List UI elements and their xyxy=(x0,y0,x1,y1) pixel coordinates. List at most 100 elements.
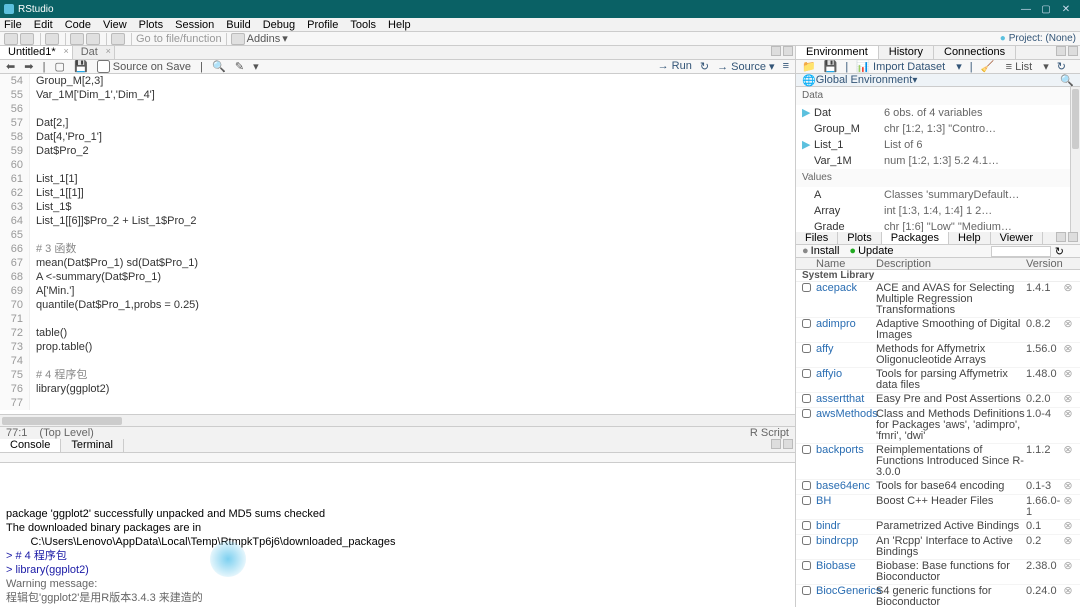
menu-file[interactable]: File xyxy=(4,19,22,31)
remove-package-icon[interactable]: ⊗ xyxy=(1062,409,1074,420)
pkg-tab-viewer[interactable]: Viewer xyxy=(991,232,1043,244)
code-line[interactable]: 62List_1[[1]] xyxy=(0,186,795,200)
remove-package-icon[interactable]: ⊗ xyxy=(1062,344,1074,355)
remove-package-icon[interactable]: ⊗ xyxy=(1062,394,1074,405)
package-row[interactable]: base64encTools for base64 encoding0.1-3⊗ xyxy=(796,480,1080,495)
console-tab-console[interactable]: Console xyxy=(0,439,61,452)
editor-tab[interactable]: Dat× xyxy=(73,46,115,59)
remove-package-icon[interactable]: ⊗ xyxy=(1062,536,1074,547)
code-line[interactable]: 72table() xyxy=(0,326,795,340)
env-view-mode[interactable]: ≡ List ▾ xyxy=(1006,60,1049,73)
env-scope-selector[interactable]: 🌐 Global Environment ▾ 🔍 xyxy=(796,74,1080,87)
code-line[interactable]: 61List_1[1] xyxy=(0,172,795,186)
package-row[interactable]: BiobaseBiobase: Base functions for Bioco… xyxy=(796,560,1080,585)
addins-icon[interactable] xyxy=(231,33,245,45)
pkg-tab-help[interactable]: Help xyxy=(949,232,991,244)
compile-icon[interactable]: ✎ xyxy=(235,61,244,73)
menu-profile[interactable]: Profile xyxy=(307,19,338,31)
minimize-pane-icon[interactable] xyxy=(771,439,781,449)
maximize-button[interactable]: ▢ xyxy=(1036,4,1056,15)
pkg-tab-packages[interactable]: Packages xyxy=(882,232,949,244)
maximize-pane-icon[interactable] xyxy=(783,46,793,56)
env-variable[interactable]: Group_Mchr [1:2, 1:3] "Contro… xyxy=(796,121,1080,137)
new-project-icon[interactable] xyxy=(20,33,34,45)
save-icon[interactable] xyxy=(70,33,84,45)
env-variable[interactable]: ▶Dat6 obs. of 4 variables xyxy=(796,105,1080,121)
refresh-icon[interactable]: ↻ xyxy=(1055,245,1064,258)
menu-edit[interactable]: Edit xyxy=(34,19,53,31)
remove-package-icon[interactable]: ⊗ xyxy=(1062,496,1074,507)
code-line[interactable]: 69A['Min.'] xyxy=(0,284,795,298)
menu-code[interactable]: Code xyxy=(65,19,91,31)
print-icon[interactable] xyxy=(111,33,125,45)
package-row[interactable]: acepackACE and AVAS for Selecting Multip… xyxy=(796,282,1080,318)
package-row[interactable]: bindrcppAn 'Rcpp' Interface to Active Bi… xyxy=(796,535,1080,560)
code-line[interactable]: 76library(ggplot2) xyxy=(0,382,795,396)
pkg-tab-files[interactable]: Files xyxy=(796,232,838,244)
outline-icon[interactable]: ≡ xyxy=(783,60,789,73)
package-checkbox[interactable] xyxy=(802,369,811,378)
code-line[interactable]: 57Dat[2,] xyxy=(0,116,795,130)
package-row[interactable]: backportsReimplementations of Functions … xyxy=(796,444,1080,480)
code-line[interactable]: 71 xyxy=(0,312,795,326)
code-line[interactable]: 58Dat[4,'Pro_1'] xyxy=(0,130,795,144)
code-line[interactable]: 59Dat$Pro_2 xyxy=(0,144,795,158)
forward-icon[interactable]: ➡ xyxy=(24,61,33,73)
env-variable[interactable]: Var_1Mnum [1:2, 1:3] 5.2 4.1… xyxy=(796,153,1080,169)
remove-package-icon[interactable]: ⊗ xyxy=(1062,369,1074,380)
show-in-new-window-icon[interactable]: ▢ xyxy=(54,61,64,73)
code-line[interactable]: 67mean(Dat$Pro_1) sd(Dat$Pro_1) xyxy=(0,256,795,270)
env-variable[interactable]: ▶List_1List of 6 xyxy=(796,137,1080,153)
close-tab-icon[interactable]: × xyxy=(106,46,111,56)
source-on-save-checkbox[interactable] xyxy=(97,60,110,73)
project-menu[interactable]: Project: (None) xyxy=(1000,33,1076,44)
maximize-pane-icon[interactable] xyxy=(1068,46,1078,56)
editor-tab[interactable]: Untitled1*× xyxy=(0,46,73,59)
environment-list[interactable]: Data▶Dat6 obs. of 4 variablesGroup_Mchr … xyxy=(796,87,1080,232)
minimize-button[interactable]: — xyxy=(1016,4,1036,15)
code-line[interactable]: 55Var_1M['Dim_1','Dim_4'] xyxy=(0,88,795,102)
env-search-icon[interactable]: 🔍 xyxy=(1060,74,1074,87)
console-tab-terminal[interactable]: Terminal xyxy=(61,439,124,452)
package-list[interactable]: acepackACE and AVAS for Selecting Multip… xyxy=(796,282,1080,607)
close-tab-icon[interactable]: × xyxy=(63,46,68,56)
new-file-icon[interactable] xyxy=(4,33,18,45)
code-line[interactable]: 65 xyxy=(0,228,795,242)
editor-scrollbar-horizontal[interactable] xyxy=(0,414,795,426)
package-checkbox[interactable] xyxy=(802,409,811,418)
run-button[interactable]: → Run xyxy=(658,60,692,73)
update-button[interactable]: Update xyxy=(849,245,893,257)
env-tab-environment[interactable]: Environment xyxy=(796,46,879,59)
package-row[interactable]: BiocGenericsS4 generic functions for Bio… xyxy=(796,585,1080,607)
code-line[interactable]: 70quantile(Dat$Pro_1,probs = 0.25) xyxy=(0,298,795,312)
code-line[interactable]: 54Group_M[2,3] xyxy=(0,74,795,88)
menu-plots[interactable]: Plots xyxy=(139,19,163,31)
menu-debug[interactable]: Debug xyxy=(263,19,295,31)
save-workspace-icon[interactable]: 💾 xyxy=(824,60,838,73)
package-row[interactable]: awsMethodsClass and Methods Definitions … xyxy=(796,408,1080,444)
env-variable[interactable]: Gradechr [1:6] "Low" "Medium… xyxy=(796,219,1080,232)
minimize-pane-icon[interactable] xyxy=(1056,232,1066,242)
code-line[interactable]: 60 xyxy=(0,158,795,172)
package-checkbox[interactable] xyxy=(802,344,811,353)
package-row[interactable]: bindrParametrized Active Bindings0.1⊗ xyxy=(796,520,1080,535)
maximize-pane-icon[interactable] xyxy=(1068,232,1078,242)
rerun-icon[interactable]: ↻ xyxy=(700,60,709,73)
package-row[interactable]: affyMethods for Affymetrix Oligonucleoti… xyxy=(796,343,1080,368)
menu-build[interactable]: Build xyxy=(226,19,250,31)
source-button[interactable]: → Source ▾ xyxy=(717,60,775,73)
remove-package-icon[interactable]: ⊗ xyxy=(1062,283,1074,294)
menu-tools[interactable]: Tools xyxy=(350,19,376,31)
package-checkbox[interactable] xyxy=(802,536,811,545)
menu-session[interactable]: Session xyxy=(175,19,214,31)
file-type-label[interactable]: R Script xyxy=(750,427,789,439)
env-scrollbar-vertical[interactable] xyxy=(1070,87,1080,232)
package-checkbox[interactable] xyxy=(802,561,811,570)
remove-package-icon[interactable]: ⊗ xyxy=(1062,481,1074,492)
import-dataset-button[interactable]: 📊 Import Dataset ▾ xyxy=(856,60,961,73)
scope-label[interactable]: (Top Level) xyxy=(39,427,93,439)
code-line[interactable]: 68A <-summary(Dat$Pro_1) xyxy=(0,270,795,284)
env-variable[interactable]: Arrayint [1:3, 1:4, 1:4] 1 2… xyxy=(796,203,1080,219)
minimize-pane-icon[interactable] xyxy=(1056,46,1066,56)
code-line[interactable]: 75# 4 程序包 xyxy=(0,368,795,382)
